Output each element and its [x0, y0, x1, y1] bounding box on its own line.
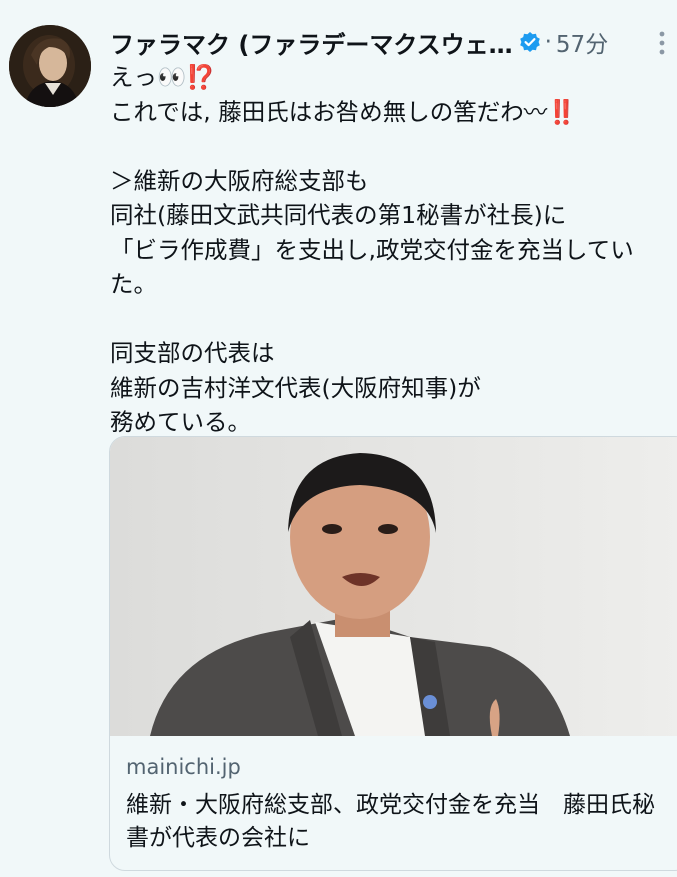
- exclamation-question-emoji: ⁉️: [186, 63, 216, 91]
- tweet-line: 同社(藤田文武共同代表の第1秘書が社長)に: [110, 201, 567, 229]
- avatar-portrait-icon: [9, 25, 91, 107]
- double-exclamation-emoji: ‼️: [547, 97, 577, 126]
- tweet[interactable]: ファラマク (ファラデーマクスウェ… · 57分 えっ👀⁉️ これでは, 藤田氏…: [0, 0, 677, 877]
- tweet-line: た。: [110, 270, 157, 298]
- tweet-timestamp[interactable]: 57分: [556, 25, 608, 59]
- card-domain: mainichi.jp: [126, 755, 241, 779]
- avatar[interactable]: [9, 25, 91, 107]
- tweet-line: 「ビラ作成費」を支出し,政党交付金を充当してい: [110, 235, 634, 264]
- tweet-line: これでは, 藤田氏はお咎め無しの筈だわ〰‼️: [110, 97, 577, 126]
- tweet-header: ファラマク (ファラデーマクスウェ… · 57分: [110, 24, 657, 60]
- separator-dot: ·: [544, 29, 552, 55]
- tweet-text: えっ👀⁉️ これでは, 藤田氏はお咎め無しの筈だわ〰‼️ ＞維新の大阪府総支部も…: [110, 60, 665, 440]
- verified-badge-icon: [519, 32, 540, 52]
- man-speaking-photo-icon: [110, 437, 677, 736]
- card-title[interactable]: 維新・大阪府総支部、政党交付金を充当 藤田氏秘書が代表の会社に: [126, 789, 656, 855]
- more-options-icon[interactable]: [657, 30, 667, 56]
- link-preview-card[interactable]: mainichi.jp 維新・大阪府総支部、政党交付金を充当 藤田氏秘書が代表の…: [109, 436, 677, 871]
- author-display-name[interactable]: ファラマク (ファラデーマクスウェ…: [110, 25, 513, 60]
- tweet-line: 維新の吉村洋文代表(大阪府知事)が: [110, 373, 481, 402]
- tweet-line: ＞維新の大阪府総支部も: [110, 166, 369, 195]
- card-image[interactable]: [110, 437, 677, 736]
- tweet-line: 同支部の代表は: [110, 339, 275, 367]
- tweet-line: えっ👀⁉️: [110, 63, 216, 91]
- eyes-emoji: 👀: [157, 63, 187, 91]
- wavy-dash-emoji: 〰: [523, 97, 548, 126]
- tweet-line: 務めている。: [110, 408, 251, 436]
